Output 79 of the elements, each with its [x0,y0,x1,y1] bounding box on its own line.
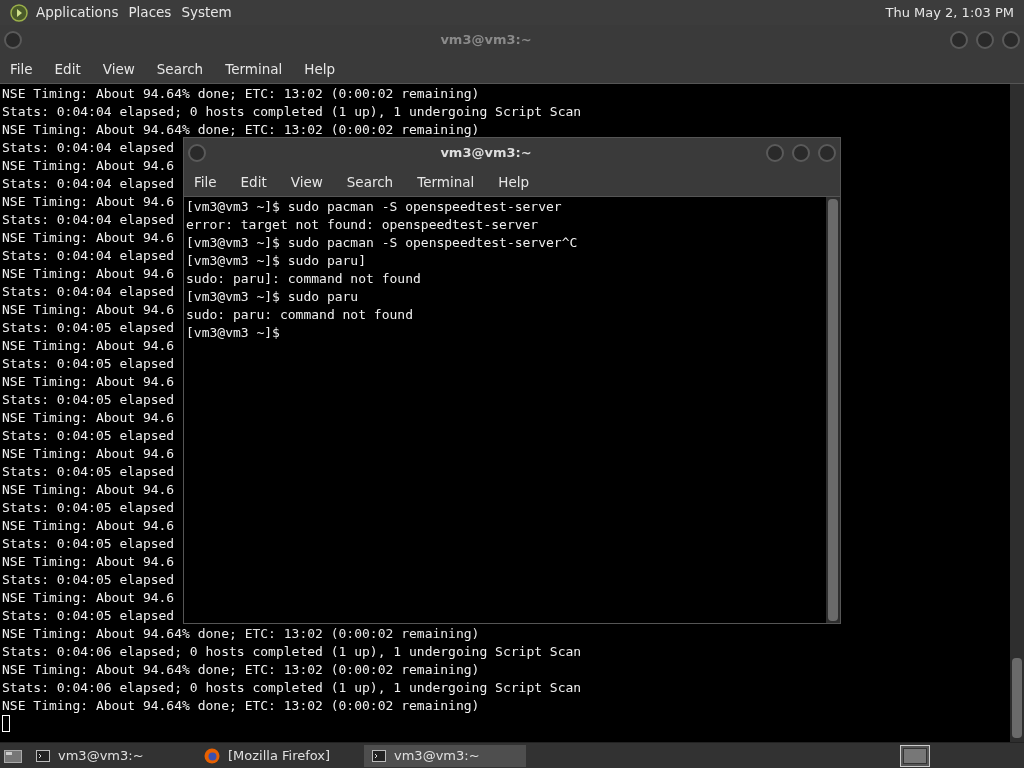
terminal-line: [vm3@vm3 ~]$ sudo pacman -S openspeedtest-server [186,198,562,216]
terminal-line: Stats: 0:04:04 elapsed [2,283,175,301]
app-menu-logo-icon [10,3,28,22]
terminal-line: Stats: 0:04:06 elapsed; 0 hosts completed (1 up), 1 undergoing Script Scan [2,643,582,661]
terminal-line: NSE Timing: About 94.6 [2,193,175,211]
terminal-line: NSE Timing: About 94.6 [2,553,175,571]
terminal-icon [36,749,50,762]
menu-item[interactable]: Help [304,58,336,80]
terminal-line: Stats: 0:04:05 elapsed [2,535,175,553]
terminal-line: Stats: 0:04:05 elapsed [2,427,175,445]
terminal-line: [vm3@vm3 ~]$ sudo paru [186,288,359,306]
terminal-line: NSE Timing: About 94.6 [2,229,175,247]
clock[interactable]: Thu May 2, 1:03 PM [885,2,1014,23]
window-control-button[interactable] [976,31,994,49]
window-menu-button[interactable] [4,31,22,49]
window-title: vm3@vm3:~ [440,31,532,50]
terminal-line: Stats: 0:04:04 elapsed [2,247,175,265]
window-control-button[interactable] [792,144,810,162]
menu-item[interactable]: View [290,171,323,193]
cursor-icon [2,715,10,732]
terminal-icon [372,749,386,762]
terminal-line: NSE Timing: About 94.6 [2,337,175,355]
scrollbar-thumb[interactable] [1012,658,1022,738]
terminal-line: NSE Timing: About 94.6 [2,445,175,463]
window-menu-button[interactable] [188,144,206,162]
menu-item[interactable]: Terminal [225,58,283,80]
panel-menu[interactable]: Places [128,2,172,23]
terminal-line: Stats: 0:04:04 elapsed [2,139,175,157]
terminal-line: NSE Timing: About 94.6 [2,589,175,607]
scrollbar-thumb[interactable] [828,199,838,621]
terminal-line: Stats: 0:04:04 elapsed [2,211,175,229]
panel-menu[interactable]: System [181,2,232,23]
terminal-line: Stats: 0:04:05 elapsed [2,499,175,517]
terminal-line: Stats: 0:04:04 elapsed; 0 hosts completed (1 up), 1 undergoing Script Scan [2,103,582,121]
terminal-line: Stats: 0:04:05 elapsed [2,571,175,589]
menu-item[interactable]: Search [156,58,204,80]
menu-item[interactable]: Edit [54,58,81,80]
terminal-line: NSE Timing: About 94.64% done; ETC: 13:02 (0:00:02 remaining) [2,697,480,715]
terminal-line: NSE Timing: About 94.6 [2,265,175,283]
window-control-button[interactable] [766,144,784,162]
window-control-button[interactable] [818,144,836,162]
terminal-line: NSE Timing: About 94.6 [2,301,175,319]
menu-item[interactable]: Edit [240,171,267,193]
terminal-line: Stats: 0:04:05 elapsed [2,355,175,373]
menu-item[interactable]: Help [498,171,530,193]
terminal-line: NSE Timing: About 94.64% done; ETC: 13:02 (0:00:02 remaining) [2,625,480,643]
terminal-line: sudo: paru: command not found [186,306,413,324]
terminal-line: NSE Timing: About 94.6 [2,373,175,391]
panel-menu[interactable]: Applications [36,2,119,23]
window-control-button[interactable] [950,31,968,49]
terminal-line: Stats: 0:04:05 elapsed [2,319,175,337]
terminal-line: NSE Timing: About 94.6 [2,517,175,535]
terminal-line: [vm3@vm3 ~]$ [186,324,280,342]
terminal-line: NSE Timing: About 94.6 [2,157,175,175]
workspace-switcher[interactable] [900,744,930,767]
terminal-line: Stats: 0:04:05 elapsed [2,607,175,625]
terminal-line: Stats: 0:04:06 elapsed; 0 hosts completed (1 up), 1 undergoing Script Scan [2,679,582,697]
window-control-button[interactable] [1002,31,1020,49]
terminal-line: NSE Timing: About 94.64% done; ETC: 13:02 (0:00:02 remaining) [2,85,480,103]
window-title: vm3@vm3:~ [440,144,532,163]
terminal-line: Stats: 0:04:04 elapsed [2,175,175,193]
menu-item[interactable]: File [10,58,33,80]
menu-item[interactable]: Terminal [417,171,475,193]
terminal-line: NSE Timing: About 94.64% done; ETC: 13:02 (0:00:02 remaining) [2,661,480,679]
terminal-line: error: target not found: openspeedtest-server [186,216,539,234]
terminal-line: [vm3@vm3 ~]$ sudo pacman -S openspeedtest-server^C [186,234,578,252]
terminal-line: [vm3@vm3 ~]$ sudo paru] [186,252,366,270]
terminal-line: NSE Timing: About 94.6 [2,409,175,427]
menu-item[interactable]: Search [346,171,394,193]
browser-globe-icon [204,747,220,764]
terminal-line: Stats: 0:04:05 elapsed [2,463,175,481]
show-desktop-icon[interactable] [4,747,22,764]
menu-item[interactable]: File [194,171,217,193]
terminal-line: Stats: 0:04:05 elapsed [2,391,175,409]
menu-item[interactable]: View [102,58,135,80]
terminal-line: NSE Timing: About 94.64% done; ETC: 13:02 (0:00:02 remaining) [2,121,480,139]
taskbar-button[interactable]: vm3@vm3:~ [364,744,526,767]
terminal-line: NSE Timing: About 94.6 [2,481,175,499]
terminal-line: sudo: paru]: command not found [186,270,421,288]
